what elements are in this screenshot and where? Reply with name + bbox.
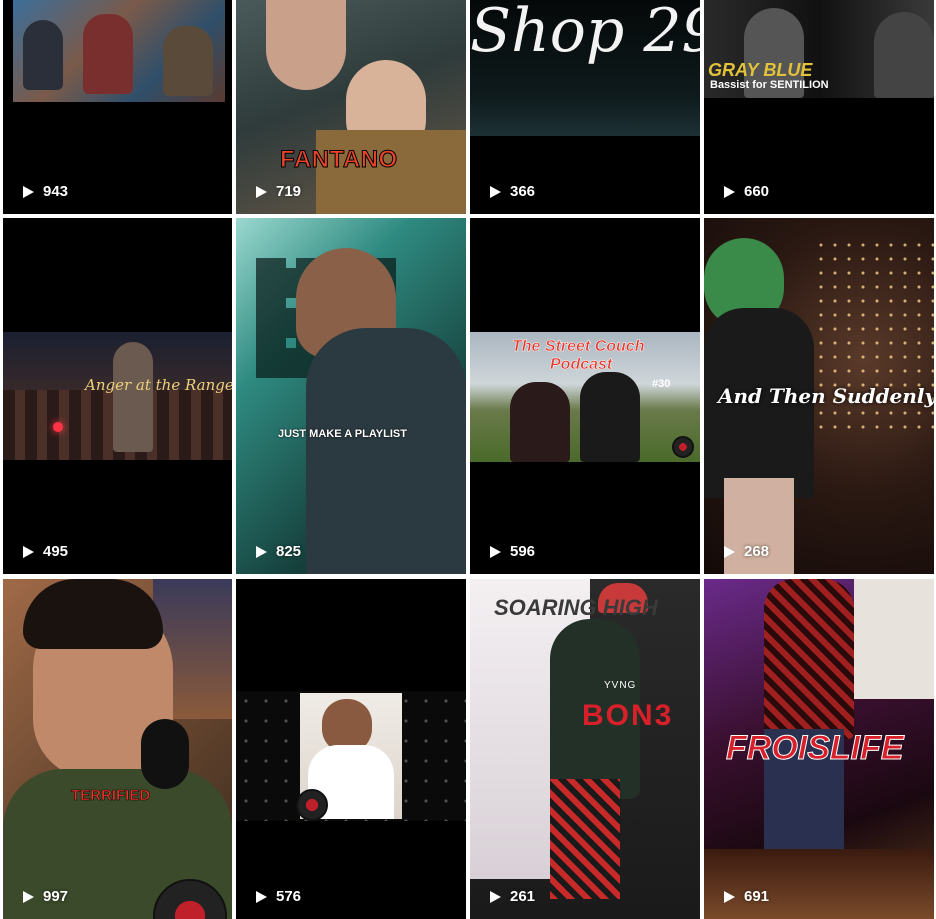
overlay-subtitle: Bassist for SENTILION: [710, 79, 829, 91]
overlay-title: The Street Couch: [512, 338, 645, 356]
podcast-logo-icon: [296, 789, 328, 821]
reel-thumbnail: [3, 579, 232, 919]
view-count-value: 366: [510, 183, 536, 200]
play-icon: [23, 545, 34, 558]
reel-thumbnail: [236, 0, 466, 214]
play-icon: [256, 185, 267, 198]
reel-tile[interactable]: TERRIFIED 997: [3, 579, 232, 919]
view-count: 719: [254, 183, 301, 200]
reel-thumbnail: [13, 0, 225, 102]
view-count: 576: [254, 888, 301, 905]
reel-thumbnail: [236, 218, 466, 574]
reel-tile[interactable]: SOARING HIGH YVNG BON3 261: [470, 579, 700, 919]
play-icon: [490, 185, 501, 198]
overlay-title: JUST MAKE A PLAYLIST: [278, 428, 407, 440]
overlay-title: Anger at the Ranger: [85, 376, 232, 394]
view-count: 997: [21, 888, 68, 905]
overlay-subtitle: Podcast: [550, 356, 613, 374]
view-count-value: 997: [43, 888, 69, 905]
play-icon: [724, 890, 735, 903]
view-count-value: 576: [276, 888, 302, 905]
view-count-value: 825: [276, 543, 302, 560]
view-count-value: 268: [744, 543, 770, 560]
reel-thumbnail: [3, 332, 232, 460]
reel-tile[interactable]: 576: [236, 579, 466, 919]
view-count: 495: [21, 543, 68, 560]
view-count: 366: [488, 183, 535, 200]
view-count-value: 261: [510, 888, 536, 905]
view-count: 825: [254, 543, 301, 560]
view-count-value: 660: [744, 183, 770, 200]
overlay-subtitle: YVNG: [604, 680, 637, 691]
view-count-value: 691: [744, 888, 770, 905]
reel-tile[interactable]: 943: [3, 0, 232, 214]
episode-number: #30: [652, 378, 671, 390]
reels-grid: 943 FANTANO 719 Shop 29 366 GRAY BLUE Ba…: [0, 0, 936, 919]
reel-tile[interactable]: Anger at the Ranger 495: [3, 218, 232, 574]
play-icon: [724, 545, 735, 558]
play-icon: [256, 545, 267, 558]
podcast-logo-icon: [672, 436, 694, 458]
overlay-title: Shop 29: [470, 0, 700, 66]
overlay-title: BON3: [582, 699, 674, 732]
play-icon: [23, 185, 34, 198]
overlay-title: And Then Suddenly...: [718, 384, 934, 408]
view-count: 660: [722, 183, 769, 200]
overlay-banner: SOARING HIGH: [494, 595, 658, 620]
reel-tile[interactable]: The Street Couch Podcast #30 596: [470, 218, 700, 574]
view-count: 268: [722, 543, 769, 560]
view-count-value: 596: [510, 543, 536, 560]
reel-thumbnail: [236, 691, 466, 821]
view-count-value: 495: [43, 543, 69, 560]
reel-tile[interactable]: JUST MAKE A PLAYLIST 825: [236, 218, 466, 574]
reel-tile[interactable]: FANTANO 719: [236, 0, 466, 214]
overlay-title: GRAY BLUE: [708, 60, 813, 80]
view-count: 691: [722, 888, 769, 905]
play-icon: [256, 890, 267, 903]
reel-thumbnail: [470, 579, 700, 919]
view-count-value: 943: [43, 183, 69, 200]
play-icon: [23, 890, 34, 903]
reel-tile[interactable]: Shop 29 366: [470, 0, 700, 214]
overlay-title: FROISLIFE: [726, 729, 905, 768]
reel-tile[interactable]: And Then Suddenly... 268: [704, 218, 934, 574]
play-icon: [490, 890, 501, 903]
view-count: 943: [21, 183, 68, 200]
reel-tile[interactable]: GRAY BLUE Bassist for SENTILION 660: [704, 0, 934, 214]
view-count: 596: [488, 543, 535, 560]
play-icon: [724, 185, 735, 198]
play-icon: [490, 545, 501, 558]
view-count: 261: [488, 888, 535, 905]
view-count-value: 719: [276, 183, 302, 200]
reel-tile[interactable]: FROISLIFE 691: [704, 579, 934, 919]
overlay-title: TERRIFIED: [71, 787, 151, 805]
overlay-title: FANTANO: [280, 146, 398, 174]
